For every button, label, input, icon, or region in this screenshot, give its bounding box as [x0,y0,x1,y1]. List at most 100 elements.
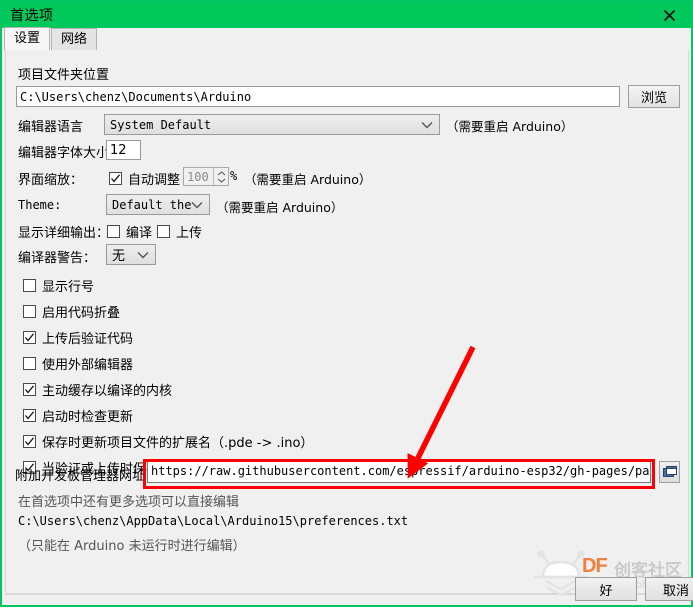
ui-scale-auto-label: 自动调整 [128,173,181,188]
verbose-upload-row[interactable]: 上传 [157,222,202,241]
chevron-down-icon [191,201,203,208]
option-label: 上传后验证代码 [42,332,134,347]
sketchbook-location-input[interactable] [16,86,620,107]
tab-strip: 设置 网络 [4,27,689,51]
verify-after-upload-checkbox[interactable] [23,331,36,344]
sketchbook-location-label: 项目文件夹位置 [18,68,110,83]
checkmark-icon [111,174,121,183]
title-bar: 首选项 [2,2,691,28]
cancel-button[interactable]: 取消 [645,577,693,601]
option-verify-after-upload[interactable]: 上传后验证代码 [23,328,133,347]
board-manager-urls-input[interactable]: https://raw.githubusercontent.com/espres… [147,461,651,483]
ok-button[interactable]: 好 [575,577,637,601]
tab-network[interactable]: 网络 [51,28,98,50]
verbose-compile-checkbox[interactable] [107,225,120,238]
ok-button-label: 好 [599,583,613,599]
more-prefs-line2-row: C:\Users\chenz\AppData\Local\Arduino15\p… [18,514,408,528]
tab-settings-label: 设置 [14,31,41,46]
verbose-compile-row[interactable]: 编译 [107,222,152,241]
show-line-numbers-checkbox[interactable] [23,279,36,292]
cancel-button-label: 取消 [662,583,689,599]
chevron-down-icon [421,121,433,128]
more-prefs-line3: （只能在 Arduino 未运行时进行编辑） [18,539,246,554]
browse-button[interactable]: 浏览 [628,85,680,108]
window-title: 首选项 [10,8,54,24]
checkmark-icon [25,333,35,342]
option-aggressively-cache-core[interactable]: 主动缓存以编译的内核 [23,380,172,399]
editor-font-size-input[interactable] [106,140,141,160]
theme-select[interactable]: Default theme [106,194,210,215]
editor-font-size-label-row: 编辑器字体大小 [18,142,109,161]
chevron-down-icon [217,178,225,183]
ui-scale-stepper[interactable]: 100 [183,167,229,186]
update-sketch-extension-checkbox[interactable] [23,435,36,448]
theme-label: Theme: [18,198,62,212]
ui-scale-label: 界面缩放： [18,173,84,188]
verbose-label-row: 显示详细输出： [18,222,109,241]
tab-settings[interactable]: 设置 [4,27,51,50]
verbose-compile-label: 编译 [126,226,153,241]
editor-language-label-row: 编辑器语言 [18,116,83,135]
editor-language-label: 编辑器语言 [18,120,84,135]
chevron-down-icon [137,251,149,258]
board-manager-urls-label: 附加开发板管理器网址： [15,469,159,484]
theme-value: Default theme [112,197,191,212]
ui-scale-label-row: 界面缩放： [18,169,83,188]
ui-scale-restart-note: （需要重启 Arduino） [244,172,372,187]
more-prefs-line3-row: （只能在 Arduino 未运行时进行编辑） [18,535,246,554]
browse-button-label: 浏览 [640,91,667,106]
verbose-upload-label: 上传 [176,226,203,241]
ui-scale-auto-checkbox[interactable] [109,172,122,185]
compiler-warnings-label-row: 编译器警告： [18,247,96,266]
enable-code-folding-checkbox[interactable] [23,305,36,318]
aggressively-cache-core-checkbox[interactable] [23,383,36,396]
editor-language-select[interactable]: System Default [104,114,440,135]
chevron-up-icon [217,170,225,175]
window-list-icon [662,465,677,477]
option-label: 显示行号 [42,280,95,295]
option-label: 启用代码折叠 [42,306,121,321]
checkmark-icon [25,411,35,420]
editor-language-value: System Default [110,117,212,132]
option-show-line-numbers[interactable]: 显示行号 [23,276,94,295]
editor-language-restart-note: （需要重启 Arduino） [446,119,574,134]
option-use-external-editor[interactable]: 使用外部编辑器 [23,354,133,373]
close-button[interactable] [647,2,691,28]
theme-restart-note: （需要重启 Arduino） [216,200,344,215]
ui-scale-stepper-arrows[interactable] [213,168,228,185]
option-update-sketch-extension[interactable]: 保存时更新项目文件的扩展名（.pde -> .ino） [23,432,313,451]
option-label: 使用外部编辑器 [42,358,134,373]
ui-scale-percent-row: % [230,169,237,183]
use-external-editor-checkbox[interactable] [23,357,36,370]
ui-scale-value: 100 [187,169,209,184]
compiler-warnings-label: 编译器警告： [18,251,97,266]
ui-scale-percent-label: % [230,169,238,183]
option-label: 保存时更新项目文件的扩展名（.pde -> .ino） [42,436,314,451]
option-check-updates-on-startup[interactable]: 启动时检查更新 [23,406,133,425]
close-icon [663,9,675,21]
tab-network-label: 网络 [61,32,88,47]
editor-language-note-row: （需要重启 Arduino） [446,116,573,135]
board-manager-urls-expand-button[interactable] [659,461,680,483]
checkmark-icon [25,385,35,394]
more-prefs-line1-row: 在首选项中还有更多选项可以直接编辑 [18,491,239,510]
more-prefs-line1: 在首选项中还有更多选项可以直接编辑 [18,495,240,510]
theme-note-row: （需要重启 Arduino） [216,197,343,216]
footer: 好 取消 [2,572,693,607]
editor-font-size-label: 编辑器字体大小 [18,146,110,161]
verbose-upload-checkbox[interactable] [157,225,170,238]
verbose-output-label: 显示详细输出： [18,226,110,241]
check-updates-on-startup-checkbox[interactable] [23,409,36,422]
ui-scale-auto-row[interactable]: 自动调整 [109,169,180,188]
settings-panel: 项目文件夹位置 浏览 编辑器语言 System Default （需要重启 Ar… [5,50,689,594]
preferences-window: 首选项 设置 网络 项目文件夹位置 浏览 编辑器语言 System [0,0,693,607]
more-prefs-path: C:\Users\chenz\AppData\Local\Arduino15\p… [18,514,409,528]
checkmark-icon [25,437,35,446]
sketchbook-label-row: 项目文件夹位置 [18,64,109,83]
ui-scale-note-row: （需要重启 Arduino） [244,169,371,188]
option-label: 主动缓存以编译的内核 [42,384,173,399]
option-label: 启动时检查更新 [42,410,134,425]
board-manager-urls-label-row: 附加开发板管理器网址： [15,465,158,484]
compiler-warnings-select[interactable]: 无 [106,244,156,265]
option-enable-code-folding[interactable]: 启用代码折叠 [23,302,120,321]
